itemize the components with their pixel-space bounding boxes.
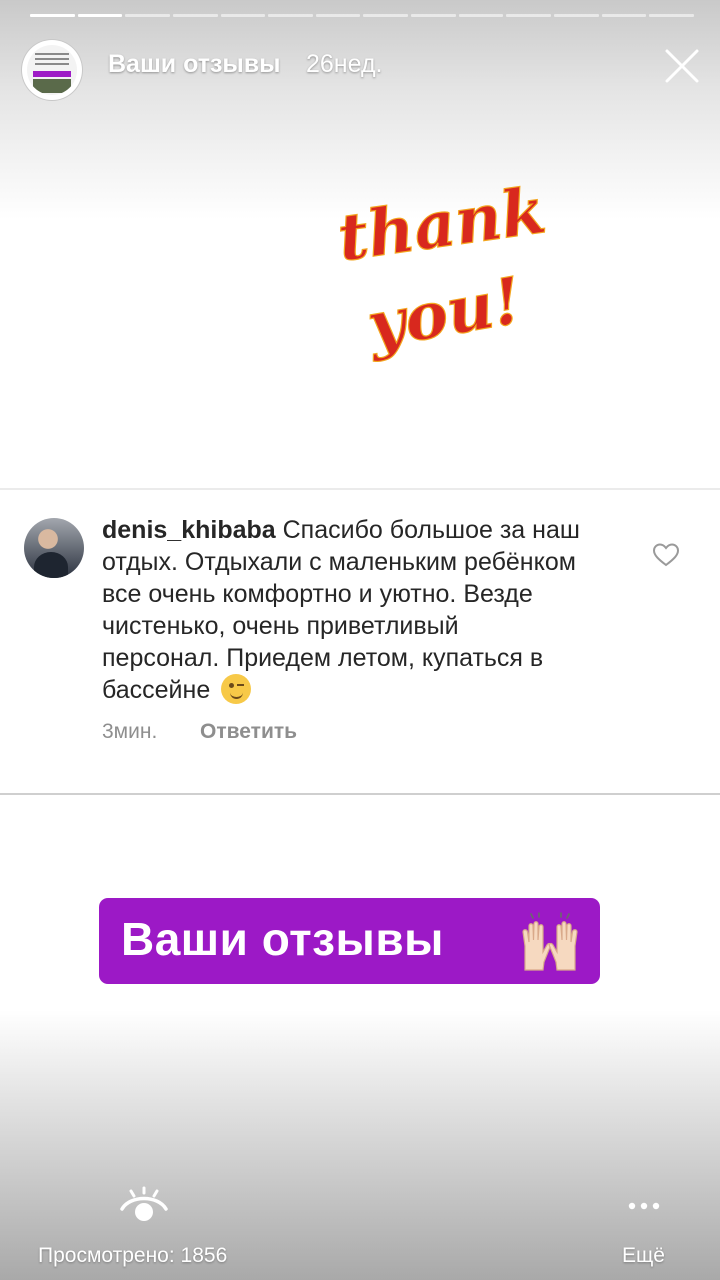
more-button[interactable]: Ещё — [622, 1244, 665, 1268]
comment-card: denis_khibaba Спасибо большое за наш отд… — [0, 492, 720, 792]
progress-segment — [172, 14, 218, 17]
progress-segment — [601, 14, 647, 17]
comment-time: 3мин. — [102, 720, 158, 743]
thank-text: thank — [333, 173, 550, 276]
progress-segment — [125, 14, 170, 17]
progress-segment — [268, 14, 313, 17]
heart-icon[interactable] — [652, 542, 680, 568]
raising-hands-icon — [522, 912, 578, 971]
progress-segment — [315, 14, 361, 17]
progress-segment — [30, 14, 75, 17]
comment-divider-top — [0, 488, 720, 490]
highlight-avatar[interactable] — [22, 40, 82, 100]
progress-segment — [220, 14, 266, 17]
comment-username[interactable]: denis_khibaba — [102, 516, 276, 544]
banner-text: Ваши отзывы — [121, 913, 444, 965]
story-timestamp: 26нед. — [306, 50, 383, 78]
reply-button[interactable]: Ответить — [200, 720, 297, 743]
more-dots-icon[interactable] — [626, 1198, 662, 1214]
comment-divider-bottom — [0, 793, 720, 795]
progress-segment — [554, 14, 599, 17]
progress-segment — [458, 14, 504, 17]
comment-meta: 3мин. Ответить — [102, 720, 297, 744]
winking-face-icon — [221, 674, 252, 704]
reviews-banner: Ваши отзывы — [99, 898, 600, 984]
comment-text: denis_khibaba Спасибо большое за наш отд… — [102, 514, 582, 706]
commenter-avatar[interactable] — [24, 518, 84, 578]
progress-segment — [77, 14, 123, 17]
close-icon[interactable] — [664, 48, 700, 84]
progress-segment — [363, 14, 409, 17]
story-title[interactable]: Ваши отзывы — [108, 50, 281, 79]
eye-icon[interactable] — [118, 1183, 170, 1227]
views-count[interactable]: Просмотрено: 1856 — [38, 1244, 227, 1268]
progress-segment — [506, 14, 552, 17]
you-text: you! — [360, 263, 527, 364]
story-header: Ваши отзывы 26нед. — [22, 36, 712, 100]
progress-segment — [411, 14, 456, 17]
bottom-gradient — [0, 1010, 720, 1280]
progress-segment — [649, 14, 694, 17]
story-viewer[interactable]: Ваши отзывы 26нед. thank you! denis_khib… — [0, 0, 720, 1280]
story-progress-bar — [30, 14, 694, 17]
thank-you-lettering: thank you! — [333, 173, 550, 365]
comment-body: Спасибо большое за наш отдых. Отдыхали с… — [102, 516, 580, 704]
